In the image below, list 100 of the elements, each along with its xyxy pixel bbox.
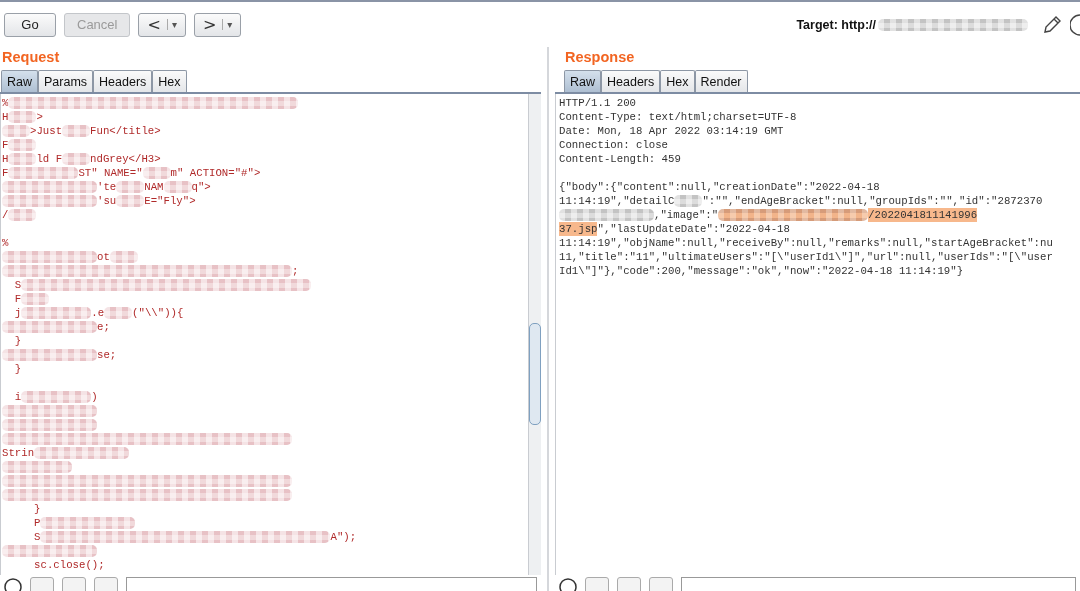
code-text: S: [33, 530, 41, 544]
code-text: {"body":{"content":null,"creationDate":"2022-04-18: [559, 180, 880, 194]
redaction-mosaic: [2, 461, 72, 473]
code-text: ST" NAME=": [78, 166, 143, 180]
code-text: F: [2, 138, 9, 152]
history-button[interactable]: < ▾: [138, 12, 186, 37]
code-text: ld F: [36, 152, 63, 166]
code-text: m" ACTION="#">: [170, 166, 261, 180]
tab[interactable]: Hex: [660, 70, 695, 92]
redaction-mosaic: [116, 181, 145, 193]
code-text: F: [13, 292, 22, 306]
redaction-mosaic: [62, 125, 91, 137]
code-text: HTTP/1.1 200: [559, 96, 636, 110]
redaction-mosaic: [21, 391, 92, 403]
redaction-mosaic: [8, 111, 37, 123]
tab[interactable]: Hex: [152, 70, 187, 92]
redaction-mosaic: [2, 125, 30, 137]
redaction-mosaic: [21, 307, 92, 319]
code-text: q">: [191, 180, 211, 194]
toolbar-button[interactable]: [94, 577, 118, 591]
code-text: S: [13, 278, 22, 292]
tab[interactable]: Raw: [1, 70, 38, 92]
code-text: %: [2, 96, 9, 110]
redaction-mosaic: [8, 167, 79, 179]
tab[interactable]: Render: [694, 70, 748, 92]
code-text: %: [2, 236, 9, 250]
code-text: ("\\")){: [132, 306, 184, 320]
code-text: ","lastUpdateDate":"2022-04-18: [597, 222, 790, 236]
code-text: Date: Mon, 18 Apr 2022 03:14:19 GMT: [559, 124, 784, 138]
code-text: 'su: [97, 194, 117, 208]
message-editor[interactable]: % H > >Just Fun</title> F H ld F ndGrey</H3> F ST" NAME=" m" ACTION="#"> 'te NAM q"> 'su E="Fly"> / % ot ; S F j .e ("\\")){ e; } se; } i ) Strin } P S A"); sc.close();: [1, 94, 528, 575]
code-text: H: [2, 152, 9, 166]
code-text: E="Fly">: [144, 194, 196, 208]
toolbar-button[interactable]: [617, 577, 641, 591]
tab[interactable]: Raw: [564, 70, 601, 92]
scrollbar[interactable]: [528, 94, 541, 575]
code-text: ): [91, 390, 98, 404]
redaction-mosaic: [142, 167, 171, 179]
help-icon[interactable]: [1070, 13, 1080, 36]
search-field[interactable]: [126, 577, 537, 591]
redaction-mosaic: [104, 307, 133, 319]
redaction-mosaic: [8, 139, 37, 151]
redaction-mosaic: [62, 153, 91, 165]
code-text: j: [13, 306, 22, 320]
code-text: H: [2, 110, 9, 124]
code-text: }: [13, 362, 22, 376]
redaction-mosaic: [8, 153, 37, 165]
toolbar-button[interactable]: [649, 577, 673, 591]
code-text: 'te: [97, 180, 117, 194]
redaction-mosaic: [163, 181, 192, 193]
code-text: Id1\"]"},"code":200,"message":"ok","now":"2022-04-18 11:14:19"}: [559, 264, 964, 278]
pane-title: Response: [564, 48, 636, 67]
pane-title: Request: [1, 48, 61, 67]
redaction-mosaic: [8, 209, 37, 221]
redaction-mosaic: [116, 195, 145, 207]
code-text: A");: [330, 530, 357, 544]
code-text: sc.close();: [33, 558, 105, 572]
code-text: i: [13, 390, 22, 404]
code-text: }: [13, 334, 22, 348]
highlighted-text: /2022041811141996: [868, 208, 978, 222]
toolbar-button[interactable]: [585, 577, 609, 591]
code-text: Fun</title>: [90, 124, 161, 138]
code-text: se;: [97, 348, 117, 362]
code-text: e;: [97, 320, 110, 334]
code-text: P: [33, 516, 41, 530]
redaction-mosaic: [674, 195, 703, 207]
help-icon[interactable]: [4, 577, 22, 591]
code-text: Connection: close: [559, 138, 669, 152]
pencil-icon[interactable]: [1042, 14, 1062, 35]
code-text: ot: [97, 250, 110, 264]
history-button[interactable]: > ▾: [193, 12, 242, 37]
tab[interactable]: Params: [38, 70, 94, 92]
target-label: Target: http://: [796, 17, 876, 32]
code-text: ndGrey</H3>: [90, 152, 161, 166]
tab[interactable]: Headers: [93, 70, 153, 92]
redaction-mosaic: [109, 251, 138, 263]
code-text: 11,"title":"11","ultimateUsers":"[\"userId1\"]","url":null,"userIds":"[\"user: [559, 250, 1053, 264]
toolbar-button[interactable]: Go: [4, 12, 56, 37]
code-text: Content-Type: text/html;charset=UTF-8: [559, 110, 797, 124]
code-text: }: [33, 502, 41, 516]
toolbar-button[interactable]: [62, 577, 86, 591]
highlighted-text: 37.jsp: [559, 222, 598, 236]
code-text: Strin: [2, 446, 35, 460]
code-text: NAM: [144, 180, 164, 194]
code-text: >Just: [30, 124, 63, 138]
tab[interactable]: Headers: [601, 70, 661, 92]
code-text: >: [36, 110, 43, 124]
search-field[interactable]: [681, 577, 1076, 591]
code-text: Content-Length: 459: [559, 152, 681, 166]
code-text: F: [2, 166, 9, 180]
toolbar-button[interactable]: [30, 577, 54, 591]
code-text: ,"image":": [654, 208, 719, 222]
code-text: ":"","endAgeBracket":null,"groupIds":"","id":"2872370: [702, 194, 1043, 208]
help-icon[interactable]: [559, 577, 577, 591]
code-text: ;: [292, 264, 299, 278]
code-text: /: [2, 208, 9, 222]
code-text: .e: [91, 306, 105, 320]
code-text: 11:14:19","detailC: [559, 194, 675, 208]
redaction-mosaic: [21, 293, 50, 305]
code-text: 11:14:19","objName":null,"receiveBy":null,"remarks":null,"startAgeBracket":nu: [559, 236, 1053, 250]
